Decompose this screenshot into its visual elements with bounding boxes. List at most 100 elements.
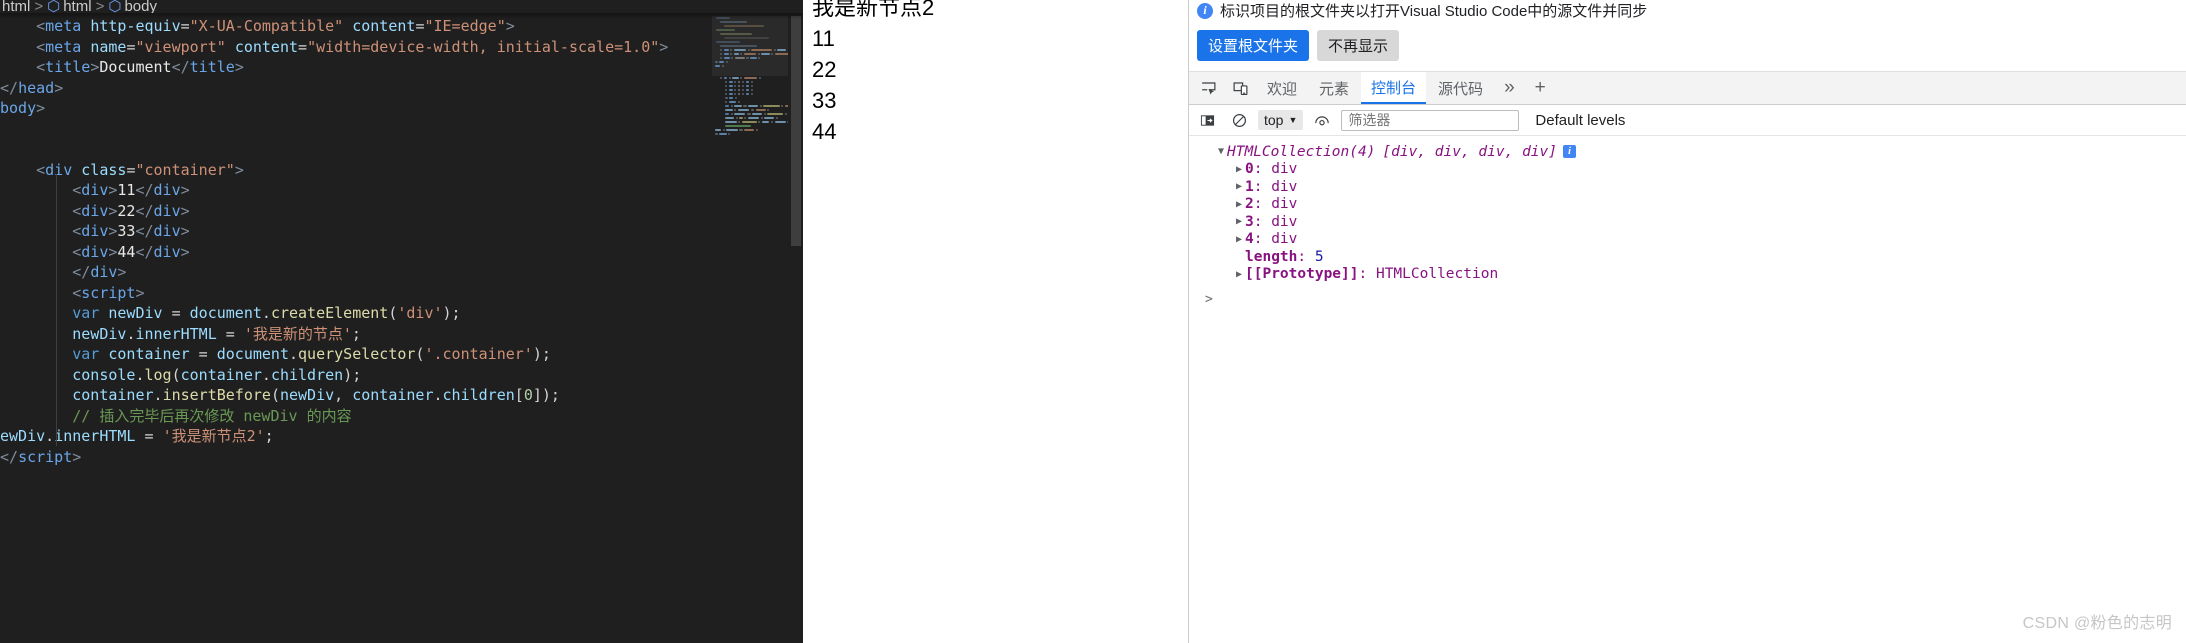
console-entry[interactable]: 0 : div xyxy=(1189,161,2186,179)
minimap[interactable] xyxy=(712,16,788,643)
tab-sources[interactable]: 源代码 xyxy=(1428,72,1493,104)
expand-arrow-icon[interactable] xyxy=(1233,269,1245,280)
code-line[interactable]: </div> xyxy=(0,262,803,283)
console-prototype-row[interactable]: [[Prototype]] : HTMLCollection xyxy=(1189,266,2186,284)
length-value: 5 xyxy=(1314,248,1324,265)
expand-arrow-icon[interactable] xyxy=(1233,199,1245,210)
console-filter-input[interactable] xyxy=(1341,109,1520,131)
code-token: < xyxy=(36,58,46,76)
more-tabs-icon[interactable]: » xyxy=(1495,72,1524,104)
entry-index: 2 xyxy=(1245,196,1254,213)
editor-scrollbar-thumb[interactable] xyxy=(791,16,801,246)
breadcrumb-tag-icon: ⬡ xyxy=(47,0,61,13)
expand-arrow-icon[interactable] xyxy=(1233,181,1245,192)
code-token: newDiv xyxy=(279,386,335,404)
code-line[interactable]: console.log(container.children); xyxy=(0,365,803,386)
code-line[interactable]: <div>44</div> xyxy=(0,242,803,263)
code-token: </ xyxy=(171,58,190,76)
code-line[interactable]: <div>33</div> xyxy=(0,221,803,242)
code-line[interactable]: <div>11</div> xyxy=(0,180,803,201)
breadcrumb-segment-0[interactable]: html xyxy=(2,0,30,13)
code-token: 'div' xyxy=(397,304,443,322)
console-prompt-icon: > xyxy=(1205,292,1213,308)
watermark: CSDN @粉色的志明 xyxy=(2022,615,2172,632)
tab-elements[interactable]: 元素 xyxy=(1309,72,1359,104)
code-editor-content[interactable]: <meta http-equiv="X-UA-Compatible" conte… xyxy=(0,16,803,643)
expand-arrow-icon[interactable] xyxy=(1233,234,1245,245)
code-token: div xyxy=(153,222,181,240)
editor-scrollbar[interactable] xyxy=(789,16,803,643)
code-token: console xyxy=(72,365,136,384)
code-token: "X-UA-Compatible" xyxy=(189,17,344,35)
console-entry[interactable]: 3 : div xyxy=(1189,213,2186,231)
expand-arrow-icon[interactable] xyxy=(1233,164,1245,175)
inspect-element-icon[interactable] xyxy=(1193,74,1223,102)
code-token: = xyxy=(189,345,217,363)
entry-colon: : xyxy=(1253,196,1272,213)
viewport-line: 44 xyxy=(812,119,837,144)
info-badge-icon[interactable]: i xyxy=(1563,145,1577,159)
console-prompt-row[interactable]: > xyxy=(1189,291,2186,309)
code-line[interactable]: <meta name="viewport" content="width=dev… xyxy=(0,37,803,58)
code-token: ); xyxy=(442,304,461,322)
code-token: > xyxy=(36,99,46,117)
expand-arrow-icon[interactable] xyxy=(1233,216,1245,227)
code-token: < xyxy=(72,242,82,261)
code-line[interactable] xyxy=(0,119,803,140)
breadcrumb-segment-1[interactable]: html xyxy=(63,0,91,13)
prototype-colon: : xyxy=(1358,266,1376,283)
code-line[interactable]: <meta http-equiv="X-UA-Compatible" conte… xyxy=(0,16,803,37)
code-token: class xyxy=(81,160,127,179)
code-line[interactable]: <div>22</div> xyxy=(0,201,803,222)
code-line[interactable]: var newDiv = document.createElement('div… xyxy=(0,303,803,324)
tab-welcome[interactable]: 欢迎 xyxy=(1257,72,1307,104)
code-line[interactable]: </head> xyxy=(0,78,803,99)
code-token: ( xyxy=(270,386,280,404)
execution-context-select[interactable]: top ▼ xyxy=(1258,110,1304,130)
code-line[interactable]: <script> xyxy=(0,283,803,304)
code-line[interactable]: container.insertBefore(newDiv, container… xyxy=(0,385,803,406)
tab-console[interactable]: 控制台 xyxy=(1361,72,1427,104)
code-token: < xyxy=(72,283,82,302)
clear-console-icon[interactable] xyxy=(1226,108,1252,132)
sidebar-toggle-icon[interactable] xyxy=(1194,108,1220,132)
breadcrumb-separator: > xyxy=(34,0,44,13)
code-line[interactable]: var container = document.querySelector('… xyxy=(0,344,803,365)
set-root-folder-button[interactable]: 设置根文件夹 xyxy=(1197,30,1310,61)
code-token: script xyxy=(18,447,73,466)
console-group-header[interactable]: HTMLCollection(4) [div, div, div, div] i xyxy=(1189,143,2186,161)
console-output[interactable]: HTMLCollection(4) [div, div, div, div] i… xyxy=(1189,136,2186,643)
expand-arrow-icon[interactable] xyxy=(1215,146,1227,157)
log-levels-dropdown[interactable]: Default levels xyxy=(1535,112,1625,129)
entry-index: 4 xyxy=(1245,231,1254,248)
code-token: > xyxy=(234,58,244,76)
code-token: innerHTML xyxy=(54,427,136,445)
code-line[interactable]: newDiv.innerHTML = '我是新的节点'; xyxy=(0,324,803,345)
code-line[interactable]: ewDiv.innerHTML = '我是新节点2'; xyxy=(0,426,803,447)
code-line[interactable]: <title>Document</title> xyxy=(0,57,803,78)
code-line[interactable]: // 插入完毕后再次修改 newDiv 的内容 xyxy=(0,406,803,427)
add-tab-icon[interactable]: + xyxy=(1526,72,1555,104)
code-line[interactable]: <div class="container"> xyxy=(0,160,803,181)
console-entry[interactable]: 1 : div xyxy=(1189,178,2186,196)
dont-show-again-button[interactable]: 不再显示 xyxy=(1317,30,1400,61)
code-token: ); xyxy=(532,345,551,363)
code-token: </ xyxy=(135,181,154,199)
live-expression-eye-icon[interactable] xyxy=(1309,108,1335,132)
console-entry[interactable]: 2 : div xyxy=(1189,196,2186,214)
code-line[interactable] xyxy=(0,139,803,160)
code-token: </ xyxy=(0,78,19,97)
device-toolbar-icon[interactable] xyxy=(1225,74,1255,102)
console-entry[interactable]: 4 : div xyxy=(1189,231,2186,249)
code-line[interactable]: body> xyxy=(0,98,803,119)
code-token: ; xyxy=(351,324,361,343)
code-token: ; xyxy=(264,427,274,445)
code-token: > xyxy=(659,37,669,56)
code-token: head xyxy=(18,78,55,97)
code-line[interactable]: </script> xyxy=(0,447,803,468)
breadcrumb-segment-2[interactable]: body xyxy=(124,0,157,13)
code-token: document xyxy=(189,304,262,322)
screen-root: html > ⬡ html > ⬡ body <meta http-equiv="X-UA-… xyxy=(0,0,2186,643)
breadcrumb[interactable]: html > ⬡ html > ⬡ body xyxy=(0,0,803,13)
